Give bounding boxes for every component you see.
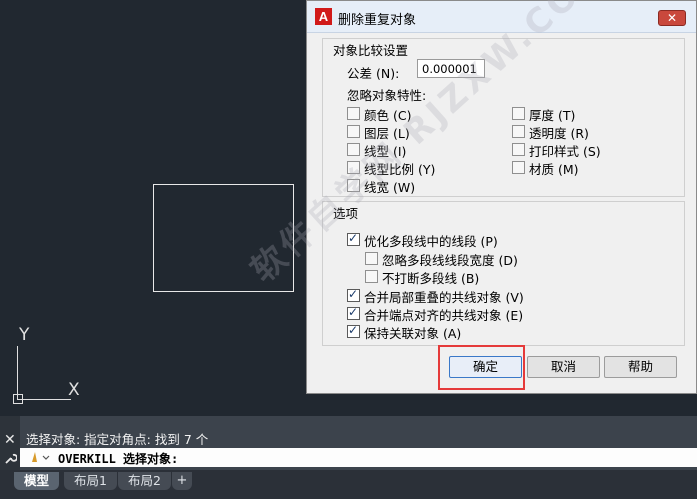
- ucs-x-axis: [17, 399, 71, 400]
- compare-settings-title: 对象比较设置: [333, 40, 409, 59]
- checkbox-optimize-polyline-label: 优化多段线中的线段 (P): [364, 234, 498, 249]
- checkbox-ignore-width[interactable]: [365, 252, 378, 265]
- checkbox-plot-style-label: 打印样式 (S): [529, 144, 601, 159]
- help-button[interactable]: 帮助: [604, 356, 677, 378]
- command-close-icon[interactable]: ✕: [4, 432, 16, 448]
- checkbox-no-break-label: 不打断多段线 (B): [382, 271, 480, 286]
- checkbox-merge-overlap-label: 合并局部重叠的共线对象 (V): [364, 290, 524, 305]
- checkbox-thickness[interactable]: [512, 107, 525, 120]
- ok-button-highlight: [438, 345, 525, 390]
- checkbox-ignore-width-label: 忽略多段线线段宽度 (D): [382, 253, 518, 268]
- checkbox-optimize-polyline[interactable]: [347, 231, 360, 246]
- add-layout-button[interactable]: +: [172, 472, 192, 490]
- command-settings-wrench-icon[interactable]: [4, 452, 18, 469]
- checkbox-plot-style[interactable]: [512, 143, 525, 156]
- command-history-line: 选择对象: 指定对角点: 找到 7 个: [26, 432, 209, 447]
- checkbox-transparency[interactable]: [512, 125, 525, 138]
- command-input-text: OVERKILL 选择对象:: [58, 452, 179, 466]
- tab-layout2[interactable]: 布局2: [118, 472, 171, 490]
- checkbox-thickness-label: 厚度 (T): [529, 108, 576, 123]
- checkbox-material-label: 材质 (M): [529, 162, 579, 177]
- checkbox-color[interactable]: [347, 107, 360, 120]
- tab-model[interactable]: 模型: [14, 472, 60, 490]
- checkbox-merge-endpoint-label: 合并端点对齐的共线对象 (E): [364, 308, 524, 323]
- checkbox-no-break[interactable]: [365, 270, 378, 283]
- tab-layout1[interactable]: 布局1: [64, 472, 117, 490]
- cancel-button[interactable]: 取消: [527, 356, 600, 378]
- checkbox-keep-associative-label: 保持关联对象 (A): [364, 326, 462, 341]
- dialog-title: 删除重复对象: [338, 13, 417, 28]
- ucs-y-axis: [17, 346, 18, 400]
- checkbox-layer[interactable]: [347, 125, 360, 138]
- ucs-x-label: X: [68, 380, 80, 400]
- checkbox-merge-endpoint[interactable]: [347, 305, 360, 320]
- checkbox-merge-overlap[interactable]: [347, 287, 360, 302]
- close-button[interactable]: ✕: [658, 10, 686, 26]
- autocad-logo-icon: A: [315, 8, 332, 25]
- tolerance-label: 公差 (N):: [347, 66, 400, 81]
- ucs-y-label: Y: [19, 325, 30, 345]
- command-prompt-icon[interactable]: [29, 450, 51, 467]
- checkbox-keep-associative[interactable]: [347, 323, 360, 338]
- ucs-origin-box: [13, 394, 23, 404]
- checkbox-transparency-label: 透明度 (R): [529, 126, 589, 141]
- checkbox-material[interactable]: [512, 161, 525, 174]
